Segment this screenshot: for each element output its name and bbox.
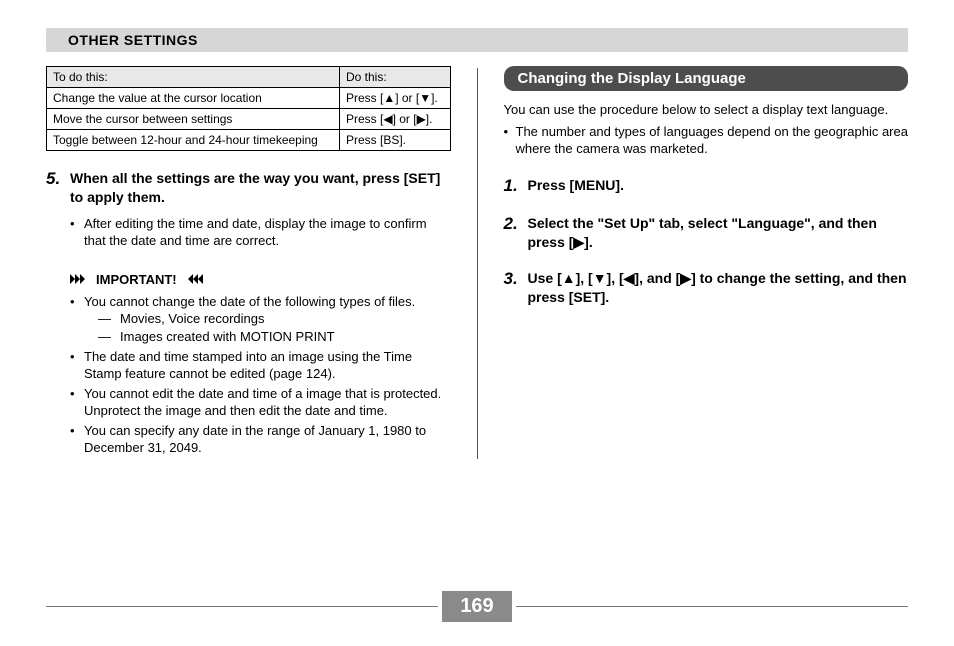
step-body: Press [MENU].	[528, 176, 909, 196]
table-cell: Toggle between 12-hour and 24-hour timek…	[47, 130, 340, 151]
step-subnote: • After editing the time and date, displ…	[70, 215, 451, 250]
intro-text: You can use the procedure below to selec…	[504, 101, 909, 119]
step-body: Select the "Set Up" tab, select "Languag…	[528, 214, 909, 252]
dash-item: —Movies, Voice recordings	[98, 310, 415, 328]
table-cell: Press [BS].	[340, 130, 451, 151]
important-list: • You cannot change the date of the foll…	[70, 293, 451, 457]
important-item: • You cannot edit the date and time of a…	[70, 385, 451, 420]
dash-item: —Images created with MOTION PRINT	[98, 328, 415, 346]
footer-line: 169	[46, 591, 908, 622]
step-body: When all the settings are the way you wa…	[70, 169, 451, 250]
step-subnote-text: After editing the time and date, display…	[84, 215, 451, 250]
bullet-icon: •	[70, 348, 84, 383]
manual-page: OTHER SETTINGS To do this: Do this: Chan…	[0, 0, 954, 479]
footer-rule-left	[46, 606, 438, 607]
step-title: Select the "Set Up" tab, select "Languag…	[528, 214, 909, 252]
important-item-text: You can specify any date in the range of…	[84, 422, 451, 457]
important-item: • You can specify any date in the range …	[70, 422, 451, 457]
right-column: Changing the Display Language You can us…	[504, 66, 909, 459]
intro-subnote-text: The number and types of languages depend…	[514, 123, 909, 158]
bullet-icon: •	[70, 215, 84, 250]
left-column: To do this: Do this: Change the value at…	[46, 66, 451, 459]
section-header-bar: OTHER SETTINGS	[46, 28, 908, 52]
dash-sublist: —Movies, Voice recordings —Images create…	[98, 310, 415, 345]
table-header-dothis: Do this:	[340, 67, 451, 88]
table-header-todo: To do this:	[47, 67, 340, 88]
arrow-left-deco-icon	[181, 274, 203, 284]
step-title: When all the settings are the way you wa…	[70, 169, 451, 207]
step-number: 1.	[504, 176, 528, 196]
important-header: IMPORTANT!	[70, 272, 451, 287]
step-number: 5.	[46, 169, 70, 250]
step-body: Use [▲], [▼], [◀], and [▶] to change the…	[528, 269, 909, 307]
step-number: 2.	[504, 214, 528, 252]
step-number: 3.	[504, 269, 528, 307]
column-divider	[477, 68, 478, 459]
table-cell: Change the value at the cursor location	[47, 88, 340, 109]
important-item-text: You cannot change the date of the follow…	[84, 294, 415, 309]
table-cell: Press [◀] or [▶].	[340, 109, 451, 130]
important-item: • You cannot change the date of the foll…	[70, 293, 451, 346]
step-5: 5. When all the settings are the way you…	[46, 169, 451, 250]
important-item: • The date and time stamped into an imag…	[70, 348, 451, 383]
step-3: 3. Use [▲], [▼], [◀], and [▶] to change …	[504, 269, 909, 307]
bullet-icon: •	[70, 385, 84, 420]
dash-icon: —	[98, 328, 120, 346]
important-item-text: The date and time stamped into an image …	[84, 348, 451, 383]
page-number: 169	[442, 591, 511, 622]
footer-rule-right	[516, 606, 908, 607]
page-footer: 169	[46, 591, 908, 622]
step-title: Use [▲], [▼], [◀], and [▶] to change the…	[528, 269, 909, 307]
intro-subnote: • The number and types of languages depe…	[504, 123, 909, 158]
important-block: IMPORTANT! • You cannot change the date …	[70, 272, 451, 457]
bullet-icon: •	[504, 123, 514, 158]
step-title: Press [MENU].	[528, 176, 909, 195]
table-cell: Move the cursor between settings	[47, 109, 340, 130]
table-row: Change the value at the cursor location …	[47, 88, 451, 109]
table-row: Move the cursor between settings Press […	[47, 109, 451, 130]
dash-item-text: Images created with MOTION PRINT	[120, 328, 335, 346]
table-cell: Press [▲] or [▼].	[340, 88, 451, 109]
important-label: IMPORTANT!	[96, 272, 177, 287]
section-header-text: OTHER SETTINGS	[68, 32, 198, 48]
important-item-text: You cannot edit the date and time of a i…	[84, 385, 451, 420]
arrow-right-deco-icon	[70, 274, 92, 284]
dash-item-text: Movies, Voice recordings	[120, 310, 265, 328]
dash-icon: —	[98, 310, 120, 328]
subsection-heading: Changing the Display Language	[504, 66, 909, 91]
step-2: 2. Select the "Set Up" tab, select "Lang…	[504, 214, 909, 252]
controls-table: To do this: Do this: Change the value at…	[46, 66, 451, 151]
bullet-icon: •	[70, 422, 84, 457]
table-row: Toggle between 12-hour and 24-hour timek…	[47, 130, 451, 151]
bullet-icon: •	[70, 293, 84, 346]
step-1: 1. Press [MENU].	[504, 176, 909, 196]
subsection-heading-text: Changing the Display Language	[518, 70, 746, 87]
two-column-layout: To do this: Do this: Change the value at…	[46, 66, 908, 459]
important-item-body: You cannot change the date of the follow…	[84, 293, 415, 346]
